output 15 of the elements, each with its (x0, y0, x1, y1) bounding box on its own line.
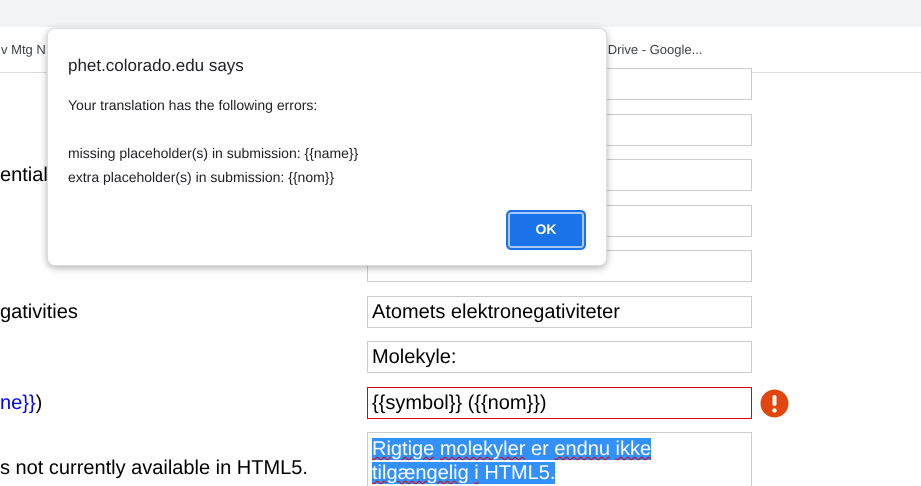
bookmark-link[interactable]: v Mtg N (1, 40, 46, 60)
field-label: s not currently available in HTML5. (0, 456, 308, 481)
field-label: gativities (0, 300, 78, 324)
bookmark-link[interactable]: Drive - Google... (608, 40, 702, 60)
error-icon (760, 388, 789, 418)
translation-field[interactable]: {{symbol}} ({{nom}}) (367, 386, 752, 418)
field-label: ential (0, 163, 48, 188)
ok-button[interactable]: OK (506, 210, 586, 250)
dialog-title: phet.colorado.edu says (68, 55, 245, 77)
dialog-message: Your translation has the following errors: (68, 96, 318, 115)
field-label: ne}}) (0, 390, 42, 416)
dialog-message: missing placeholder(s) in submission: {{name}} (68, 144, 360, 163)
translation-field[interactable]: Atomets elektronegativiteter (367, 296, 752, 328)
dialog-message: extra placeholder(s) in submission: {{nom}} (68, 168, 336, 187)
translation-field[interactable]: Molekyle: (367, 341, 752, 373)
